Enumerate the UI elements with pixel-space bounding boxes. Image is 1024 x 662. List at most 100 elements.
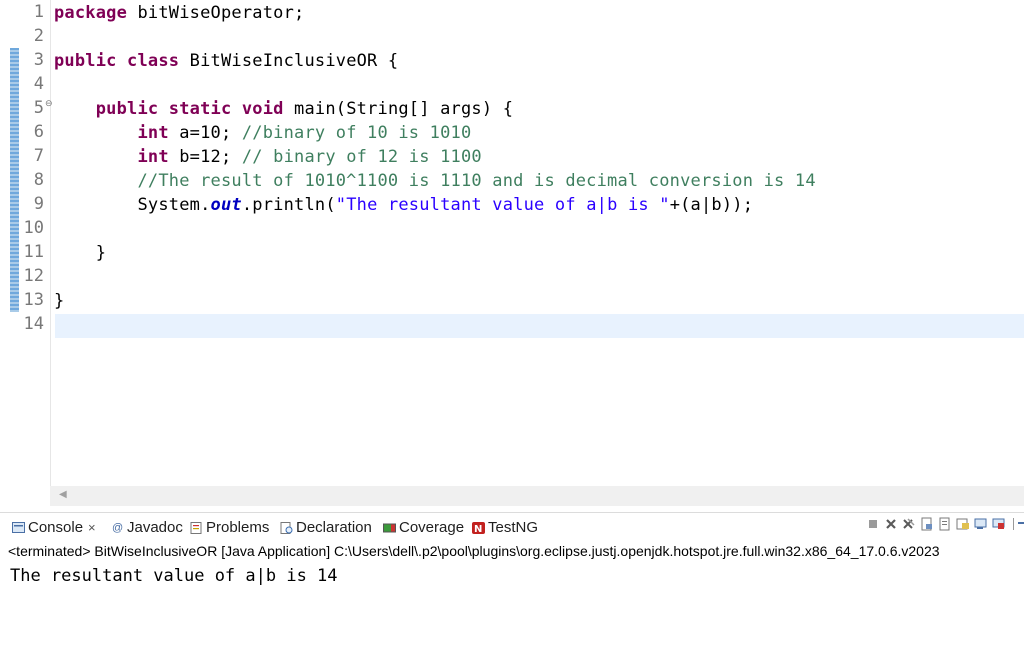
keyword-token: public: [54, 51, 117, 71]
code-text: public class BitWiseInclusiveOR {: [54, 49, 398, 73]
code-text: public static void main(String[] args) {: [54, 97, 513, 121]
tab-javadoc[interactable]: @ Javadoc: [112, 519, 183, 536]
field-token: out: [210, 195, 242, 215]
line-number: 14: [23, 314, 44, 334]
tab-testng-label: TestNG: [488, 519, 539, 536]
pin-console-icon[interactable]: [974, 517, 988, 531]
line-number: 5: [33, 98, 44, 118]
code-line[interactable]: 11 }: [0, 241, 1024, 265]
code-text: package bitWiseOperator;: [54, 1, 304, 25]
code-token: }: [54, 291, 65, 311]
comment-token: //binary of 10 is 1010: [241, 123, 472, 143]
tab-coverage[interactable]: Coverage: [383, 519, 464, 536]
fold-toggle-icon[interactable]: ⊖: [45, 99, 53, 109]
line-number: 1: [33, 2, 44, 22]
line-number: 10: [23, 218, 44, 238]
code-token: bitWiseOperator;: [127, 3, 305, 23]
code-line[interactable]: 14: [0, 313, 1024, 337]
comment-token: //The result of 1010^1100 is 1110 and is…: [137, 171, 816, 191]
keyword-token: int: [137, 147, 169, 167]
line-number: 3: [33, 50, 44, 70]
tab-declaration-label: Declaration: [296, 519, 372, 536]
code-text: System.out.println("The resultant value …: [54, 193, 753, 217]
tab-testng[interactable]: N TestNG: [472, 519, 538, 536]
word-wrap-icon[interactable]: [956, 517, 970, 531]
code-token: }: [54, 243, 107, 263]
code-token: main(String[] args) {: [283, 99, 514, 119]
code-line[interactable]: 3 public class BitWiseInclusiveOR {: [0, 49, 1024, 73]
remove-all-terminated-icon[interactable]: [902, 517, 916, 531]
line-number: 6: [33, 122, 44, 142]
console-output[interactable]: The resultant value of a|b is 14: [10, 566, 338, 586]
code-line[interactable]: 13}: [0, 289, 1024, 313]
view-menu-icon[interactable]: [1010, 517, 1024, 531]
code-text: int a=10; //binary of 10 is 1010: [54, 121, 471, 145]
console-view-tabs: Console × @ Javadoc Problems Declaration…: [0, 512, 1024, 543]
code-line[interactable]: 8 //The result of 1010^1100 is 1110 and …: [0, 169, 1024, 193]
horizontal-scrollbar[interactable]: ◀: [50, 486, 1024, 506]
keyword-token: int: [137, 123, 169, 143]
keyword-token: public: [95, 99, 159, 119]
code-token: a=10;: [168, 123, 242, 143]
tab-problems[interactable]: Problems: [190, 519, 269, 536]
remove-launch-icon[interactable]: [884, 517, 898, 531]
stop-icon[interactable]: [866, 517, 880, 531]
code-line[interactable]: 5 ⊖ public static void main(String[] args…: [0, 97, 1024, 121]
keyword-token: void: [241, 99, 284, 119]
scroll-lock-icon[interactable]: [938, 517, 952, 531]
tab-console-label: Console: [28, 519, 84, 536]
code-line[interactable]: 2: [0, 25, 1024, 49]
javadoc-icon: @: [112, 521, 124, 534]
code-token: BitWiseInclusiveOR {: [179, 51, 399, 71]
code-line[interactable]: 7 int b=12; // binary of 12 is 1100: [0, 145, 1024, 169]
code-token: .println(: [241, 195, 336, 215]
line-number: 8: [33, 170, 44, 190]
svg-text:N: N: [474, 524, 482, 534]
code-line[interactable]: 9 System.out.println("The resultant valu…: [0, 193, 1024, 217]
tab-problems-label: Problems: [206, 519, 270, 536]
declaration-icon: [280, 521, 293, 534]
code-line[interactable]: 6 int a=10; //binary of 10 is 1010: [0, 121, 1024, 145]
line-number: 11: [23, 242, 44, 262]
code-text: //The result of 1010^1100 is 1110 and is…: [54, 169, 816, 193]
code-editor[interactable]: 1 package bitWiseOperator; 2 3 public class …: [0, 0, 1024, 508]
tab-console[interactable]: Console ×: [12, 519, 96, 536]
code-line[interactable]: 10: [0, 217, 1024, 241]
display-selected-console-icon[interactable]: [992, 517, 1006, 531]
code-text: int b=12; // binary of 12 is 1100: [54, 145, 482, 169]
code-text: }: [54, 241, 106, 265]
scroll-left-arrow-icon[interactable]: ◀: [59, 489, 67, 500]
code-line[interactable]: 4: [0, 73, 1024, 97]
code-line[interactable]: 12: [0, 265, 1024, 289]
line-number: 12: [23, 266, 44, 286]
close-icon[interactable]: ×: [88, 520, 96, 535]
line-number: 9: [33, 194, 44, 214]
code-token: b=12;: [168, 147, 242, 167]
tab-declaration[interactable]: Declaration: [280, 519, 372, 536]
code-line[interactable]: 1 package bitWiseOperator;: [0, 1, 1024, 25]
keyword-token: package: [54, 3, 128, 23]
keyword-token: static: [168, 99, 232, 119]
tab-coverage-label: Coverage: [399, 519, 465, 536]
line-number: 13: [23, 290, 44, 310]
clear-console-icon[interactable]: [920, 517, 934, 531]
tab-javadoc-label: Javadoc: [127, 519, 183, 536]
console-toolbar: [866, 517, 1024, 531]
line-number: 2: [33, 26, 44, 46]
code-token: +(a|b));: [669, 195, 754, 215]
console-process-label: <terminated> BitWiseInclusiveOR [Java Ap…: [8, 543, 940, 559]
console-icon: [12, 521, 25, 533]
keyword-token: class: [127, 51, 180, 71]
problems-icon: [190, 521, 202, 534]
code-token: System.: [54, 195, 211, 215]
testng-icon: N: [472, 521, 485, 534]
string-token: "The resultant value of a|b is ": [335, 195, 670, 215]
line-number: 7: [33, 146, 44, 166]
